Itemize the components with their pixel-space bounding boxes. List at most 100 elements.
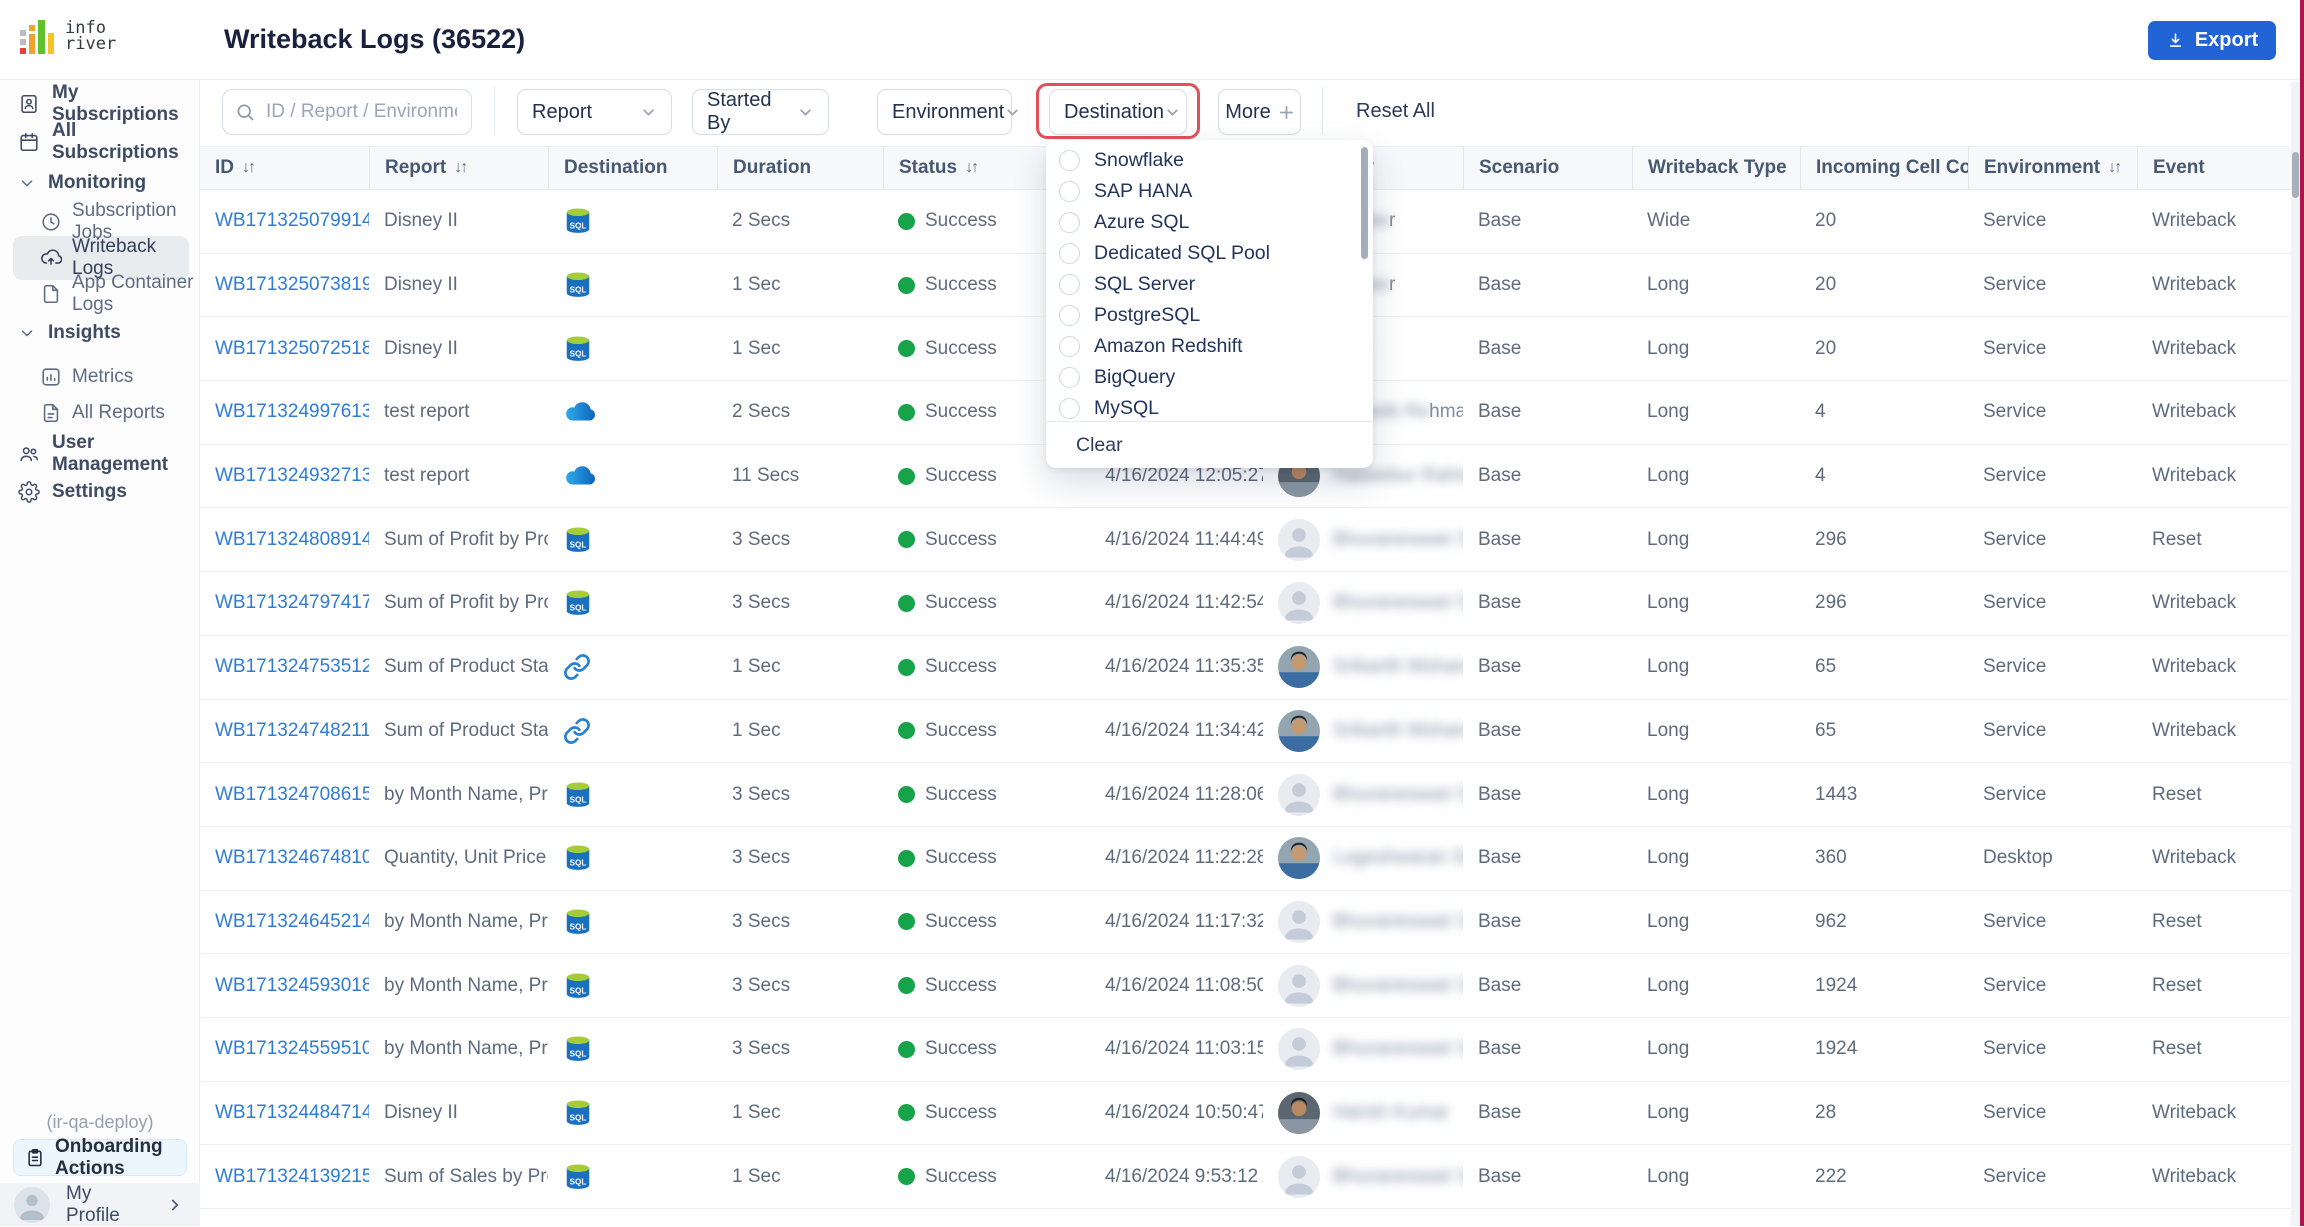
export-button[interactable]: Export [2148, 21, 2276, 60]
sidebar-item-my-subscriptions[interactable]: My Subscriptions [0, 82, 200, 125]
clear-button[interactable]: Clear [1046, 421, 1373, 468]
onboarding-actions-button[interactable]: Onboarding Actions [13, 1136, 187, 1179]
destination-option[interactable]: PostgreSQL [1046, 300, 1373, 331]
radio-icon[interactable] [1059, 305, 1080, 326]
destination-option[interactable]: SQL Server [1046, 269, 1373, 300]
sidebar-item-app-container-logs[interactable]: App Container Logs [0, 272, 200, 315]
destination-cell [548, 717, 717, 745]
log-id-link[interactable]: WB171324932713382 [215, 465, 369, 486]
my-profile-button[interactable]: My Profile [0, 1183, 200, 1226]
svg-text:SQL: SQL [570, 349, 587, 358]
calendar-icon [18, 131, 40, 153]
status-cell: Success [883, 465, 1090, 487]
sort-arrows-icon[interactable]: ↓↑ [242, 159, 256, 177]
sidebar-item-label: Insights [48, 322, 121, 343]
chevron-down-icon [797, 104, 814, 121]
blurred-name-text: Logeshwaran Sivakum [1333, 847, 1463, 869]
sidebar-item-all-reports[interactable]: All Reports [0, 396, 200, 430]
column-header[interactable]: Writeback Type [1632, 147, 1800, 189]
sort-arrows-icon[interactable]: ↓↑ [2108, 159, 2122, 177]
radio-icon[interactable] [1059, 181, 1080, 202]
radio-icon[interactable] [1059, 336, 1080, 357]
radio-icon[interactable] [1059, 274, 1080, 295]
destination-option[interactable]: SAP HANA [1046, 176, 1373, 207]
column-header[interactable]: Destination [548, 147, 717, 189]
report-name-cell: Disney II [384, 337, 458, 359]
environment-filter-dropdown[interactable]: Environment [877, 89, 1018, 135]
environment-cell: Service [1983, 528, 2047, 550]
success-dot-icon [898, 1040, 915, 1058]
log-id-link[interactable]: WB171324748211064 [215, 720, 369, 741]
column-header[interactable]: Incoming Cell Count [1800, 147, 1968, 189]
column-header[interactable]: Event [2137, 147, 2304, 189]
report-filter-dropdown[interactable]: Report [517, 89, 672, 135]
destination-filter-dropdown[interactable]: Destination [1049, 89, 1187, 135]
log-id-link[interactable]: WB171324708615230 [215, 784, 369, 805]
started-by-cell: Bhuvaneswari Selvara [1263, 773, 1463, 816]
more-filters-button[interactable]: More [1218, 89, 1301, 135]
page-scrollbar-thumb[interactable] [2292, 152, 2299, 198]
column-header[interactable]: Environment ↓↑ [1968, 147, 2137, 189]
sidebar-item-monitoring[interactable]: Monitoring [0, 166, 200, 200]
writeback-type-cell: Long [1647, 1165, 1690, 1187]
radio-icon[interactable] [1059, 150, 1080, 171]
radio-icon[interactable] [1059, 367, 1080, 388]
log-id-link[interactable]: WB171324808914405 [215, 529, 369, 550]
started-by-name: Bhuvaneswari Selvara [1333, 975, 1463, 997]
log-id-link[interactable]: WB171325073819221 [215, 274, 369, 295]
started-by-name: Bhuvaneswari Selvara [1333, 911, 1463, 933]
radio-icon[interactable] [1059, 398, 1080, 419]
log-id-link[interactable]: WB171325079914369 [215, 210, 369, 231]
sidebar-item-insights[interactable]: Insights [0, 316, 200, 350]
log-id-link[interactable]: WB171324645214717 [215, 911, 369, 932]
log-id-link[interactable]: WB171324139215805 [215, 1166, 369, 1187]
sidebar-item-writeback-logs[interactable]: Writeback Logs [0, 236, 200, 279]
environment-cell: Service [1983, 337, 2047, 359]
log-id-link[interactable]: WB171324674810035 [215, 847, 369, 868]
sidebar-item-settings[interactable]: Settings [0, 475, 200, 509]
search-input[interactable] [264, 100, 459, 124]
event-cell: Writeback [2152, 274, 2237, 296]
sidebar-item-metrics[interactable]: Metrics [0, 360, 200, 394]
started-by-filter-dropdown[interactable]: Started By [692, 89, 829, 135]
column-header[interactable]: ID ↓↑ [200, 147, 369, 189]
app-logo[interactable]: info river [18, 17, 116, 55]
event-cell: Writeback [2152, 465, 2237, 487]
log-id-link[interactable]: WB171324753512261 [215, 656, 369, 677]
log-id-link[interactable]: WB171324559510470 [215, 1038, 369, 1059]
sort-arrows-icon[interactable]: ↓↑ [454, 159, 468, 177]
page-scrollbar-track[interactable] [2291, 82, 2300, 1226]
log-id-link[interactable]: WB171324797417125 [215, 592, 369, 613]
event-cell: Reset [2152, 1038, 2202, 1060]
destination-option[interactable]: MySQL [1046, 393, 1373, 421]
reset-all-button[interactable]: Reset All [1356, 100, 1435, 123]
success-dot-icon [898, 467, 915, 485]
log-id-link[interactable]: WB171324484714441 [215, 1102, 369, 1123]
log-id-cell: WB171325079914369 [200, 210, 369, 232]
sidebar-item-all-subscriptions[interactable]: All Subscriptions [0, 120, 200, 163]
onboarding-label: Onboarding Actions [55, 1135, 163, 1179]
log-id-link[interactable]: WB171325072518838 [215, 338, 369, 359]
destination-option[interactable]: Snowflake [1046, 145, 1373, 176]
column-header[interactable]: Duration [717, 147, 883, 189]
clipboard-icon [25, 1148, 45, 1168]
report-name-cell: test report [384, 401, 470, 423]
log-id-link[interactable]: WB171324593018720 [215, 975, 369, 996]
dropdown-scrollbar-thumb[interactable] [1361, 147, 1368, 259]
radio-icon[interactable] [1059, 243, 1080, 264]
destination-option[interactable]: Azure SQL [1046, 207, 1373, 238]
sidebar-item-subscription-jobs[interactable]: Subscription Jobs [0, 200, 200, 243]
log-id-link[interactable]: WB171324997613487 [215, 401, 369, 422]
search-box[interactable] [222, 89, 472, 135]
destination-option[interactable]: Amazon Redshift [1046, 331, 1373, 362]
sort-arrows-icon[interactable]: ↓↑ [965, 159, 979, 177]
sidebar-item-user-management[interactable]: User Management [0, 432, 200, 475]
sidebar-item-label: User Management [52, 432, 169, 475]
radio-icon[interactable] [1059, 212, 1080, 233]
destination-option[interactable]: BigQuery [1046, 362, 1373, 393]
column-header[interactable]: Report ↓↑ [369, 147, 548, 189]
svg-text:SQL: SQL [570, 286, 587, 295]
destination-option[interactable]: Dedicated SQL Pool [1046, 238, 1373, 269]
column-header[interactable]: Scenario [1463, 147, 1632, 189]
brand-name: info river [65, 18, 117, 54]
